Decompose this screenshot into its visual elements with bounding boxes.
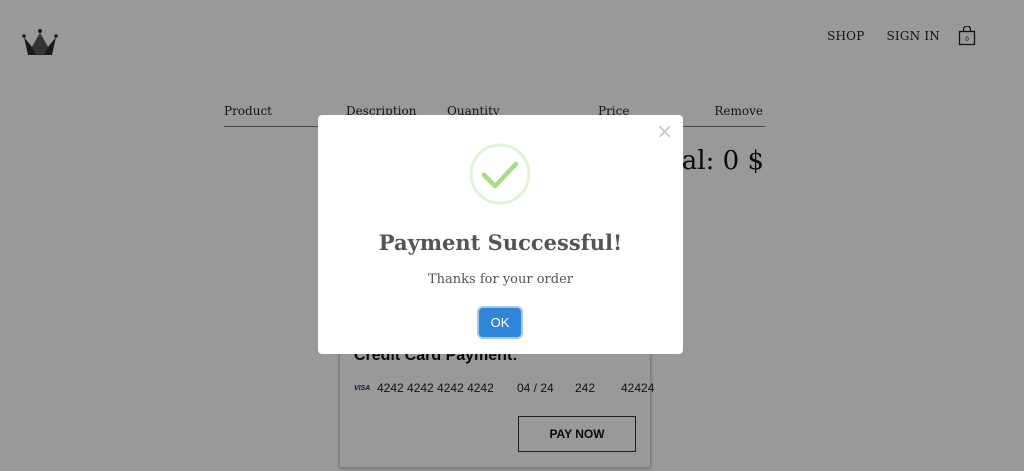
ok-button[interactable]: OK [479, 308, 521, 337]
page: SHOP SIGN IN 0 Product Description Quant… [0, 0, 1024, 471]
payment-success-dialog: × Payment Successful! Thanks for your or… [318, 115, 683, 354]
success-check-icon [469, 143, 531, 205]
dialog-message: Thanks for your order [428, 272, 573, 287]
dialog-title: Payment Successful! [378, 230, 623, 255]
close-icon[interactable]: × [656, 119, 673, 143]
